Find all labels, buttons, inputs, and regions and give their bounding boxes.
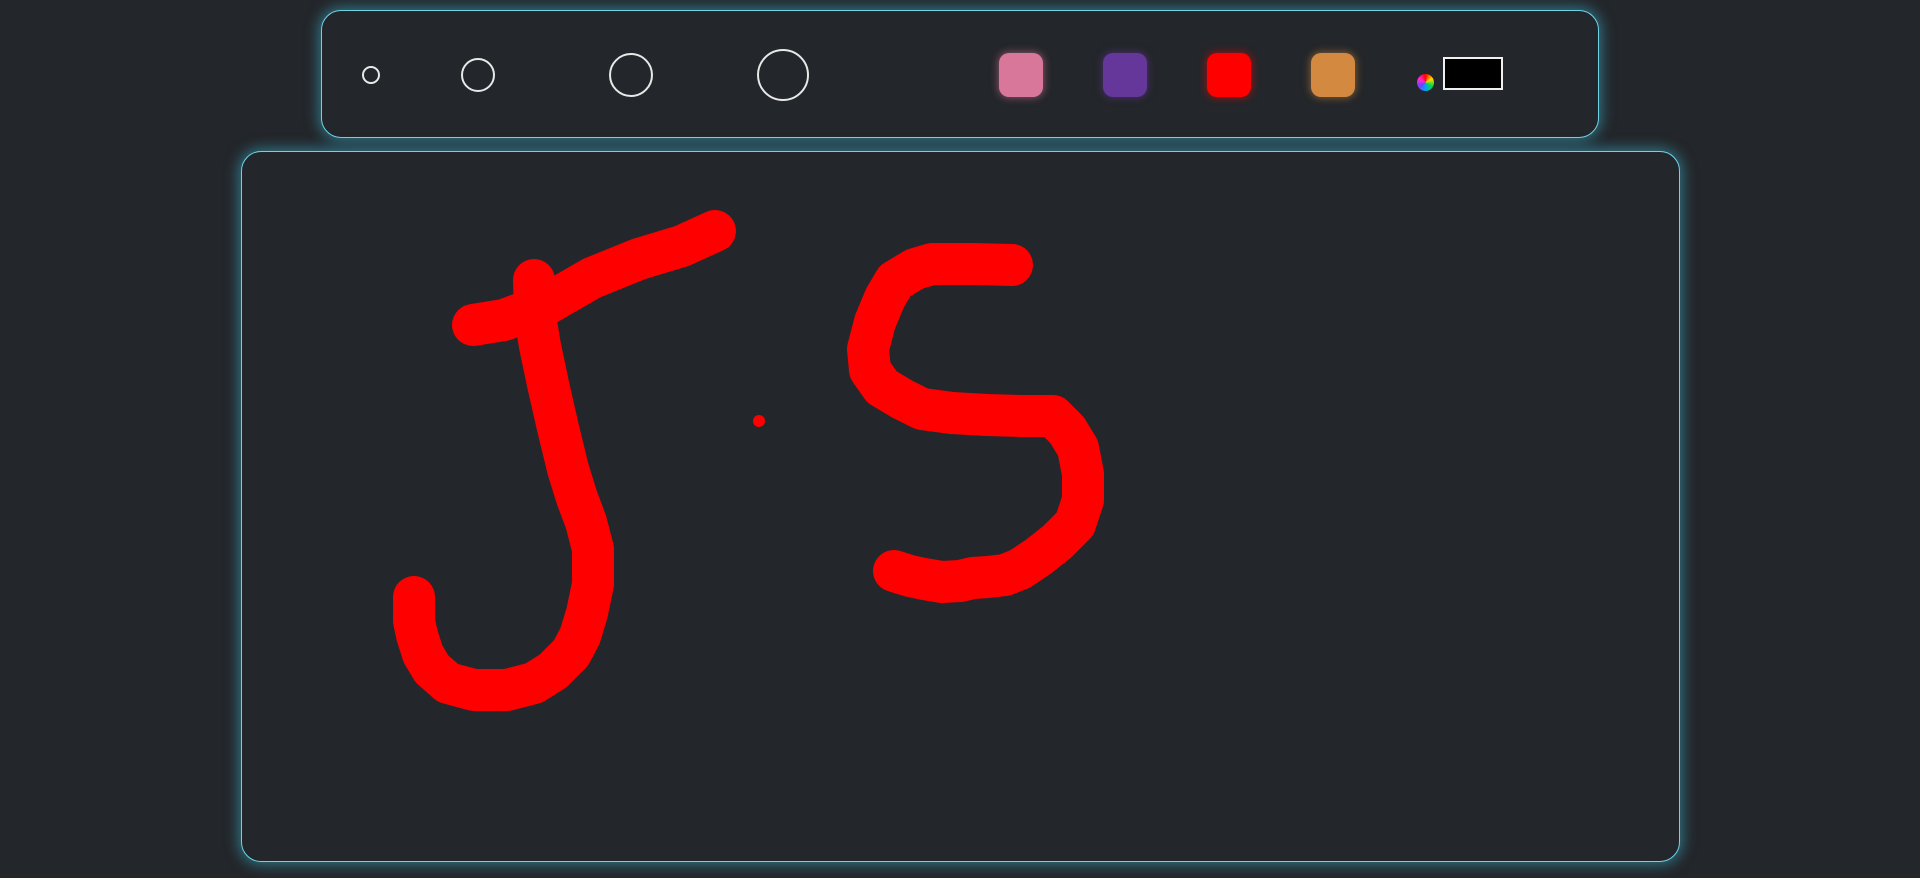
drawn-strokes [393, 210, 1104, 711]
drawing-canvas[interactable] [241, 151, 1680, 862]
color-swatch-orange[interactable] [1311, 53, 1355, 97]
brush-size-large-button[interactable] [609, 53, 653, 97]
color-swatch-red[interactable] [1207, 53, 1251, 97]
toolbar [321, 10, 1599, 138]
color-swatch-purple[interactable] [1103, 53, 1147, 97]
brush-size-small-button[interactable] [362, 66, 380, 84]
color-swatch-pink[interactable] [999, 53, 1043, 97]
brush-size-xlarge-button[interactable] [757, 49, 809, 101]
drawn-dot [753, 415, 765, 427]
stroke-j-top [452, 210, 736, 346]
stroke-j-body [393, 259, 614, 711]
brush-size-medium-button[interactable] [461, 58, 495, 92]
color-wheel-icon [1417, 74, 1434, 91]
custom-color-input[interactable] [1443, 57, 1503, 90]
stroke-s [847, 243, 1104, 603]
drawing-layer [393, 210, 1104, 711]
